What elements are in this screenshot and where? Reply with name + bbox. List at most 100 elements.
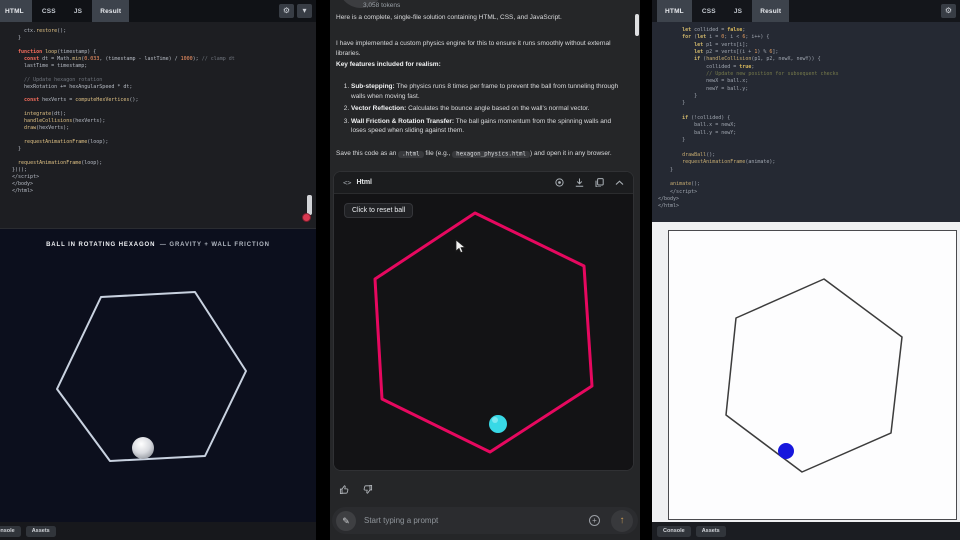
tab-css[interactable]: CSS xyxy=(34,0,64,22)
feature-list: Sub-stepping: The physics runs 8 times p… xyxy=(338,82,626,139)
right-panel-footer: Console Assets xyxy=(652,522,960,540)
left-editor-actions: ⚙ ▾ xyxy=(279,4,316,18)
scrollbar-thumb[interactable] xyxy=(635,14,639,36)
inline-code: .html xyxy=(398,151,423,158)
tab-js[interactable]: JS xyxy=(726,0,750,22)
code-line xyxy=(12,132,316,139)
code-line: } xyxy=(658,137,960,144)
tab-html[interactable]: HTML xyxy=(0,0,32,22)
assets-button[interactable]: Assets xyxy=(696,526,726,537)
chevron-down-icon[interactable]: ▾ xyxy=(297,4,312,18)
code-line: </script> xyxy=(658,189,960,196)
code-line: if (!collided) { xyxy=(658,115,960,122)
feedback-row xyxy=(339,484,373,495)
download-icon[interactable] xyxy=(575,178,584,187)
code-line: // Update new position for subsequent ch… xyxy=(658,71,960,78)
chat-paragraph: Here is a complete, single-file solution… xyxy=(336,13,628,23)
gear-icon[interactable]: ⚙ xyxy=(279,4,294,18)
right-editor-panel: HTMLCSSJSResult ⚙ let collided = false; … xyxy=(652,0,960,540)
code-line: ctx.restore(); xyxy=(12,28,316,35)
right-editor-actions: ⚙ xyxy=(941,4,960,18)
assets-button[interactable]: Assets xyxy=(26,526,56,537)
scrollbar-thumb[interactable] xyxy=(307,195,312,215)
code-line: } xyxy=(658,100,960,107)
right-preview-canvas xyxy=(652,222,960,522)
console-button[interactable]: Console xyxy=(0,526,21,537)
code-card-title: Html xyxy=(356,179,372,186)
code-line: newX = ball.x; xyxy=(658,78,960,85)
code-icon: <> xyxy=(343,179,351,187)
prompt-bar[interactable]: ✎ Start typing a prompt + ↑ xyxy=(332,507,638,534)
pen-icon: ✎ xyxy=(336,511,356,531)
code-line: let collided = false; xyxy=(658,27,960,34)
chat-paragraph: I have implemented a custom physics engi… xyxy=(336,39,628,58)
tab-js[interactable]: JS xyxy=(66,0,90,22)
token-count: 3,058 tokens xyxy=(363,2,400,9)
right-result-preview xyxy=(652,222,960,522)
code-line xyxy=(658,174,960,181)
code-line: lastTime = timestamp; xyxy=(12,63,316,70)
left-result-preview: BALL IN ROTATING HEXAGON — GRAVITY + WAL… xyxy=(0,228,316,522)
code-line: handleCollisions(hexVerts); xyxy=(12,118,316,125)
code-line: })(); xyxy=(12,167,316,174)
hexagon-shape xyxy=(375,213,592,452)
red-marker-dot xyxy=(302,213,311,222)
code-card-header: <> Html xyxy=(334,172,633,194)
feature-item: Sub-stepping: The physics runs 8 times p… xyxy=(351,82,626,101)
code-line xyxy=(658,145,960,152)
code-line: draw(hexVerts); xyxy=(12,125,316,132)
collapse-chevron-icon[interactable] xyxy=(615,180,624,186)
code-line: } xyxy=(12,146,316,153)
add-attachment-icon[interactable]: + xyxy=(589,515,600,526)
send-button[interactable]: ↑ xyxy=(611,510,633,532)
right-editor-tabbar: HTMLCSSJSResult ⚙ xyxy=(652,0,960,22)
code-line: requestAnimationFrame(animate); xyxy=(658,159,960,166)
code-line: requestAnimationFrame(loop); xyxy=(12,139,316,146)
code-line: // Update hexagon rotation xyxy=(12,77,316,84)
run-preview-icon[interactable] xyxy=(555,178,564,187)
code-card: <> Html xyxy=(333,171,634,471)
code-line: integrate(dt); xyxy=(12,111,316,118)
code-line: </body> xyxy=(658,196,960,203)
chat-heading: Key features included for realism: xyxy=(336,60,628,70)
console-button[interactable]: Console xyxy=(657,526,691,537)
left-editor-panel: HTMLCSSJSResult ⚙ ▾ ctx.restore(); } fun… xyxy=(0,0,316,540)
html-preview: Click to reset ball xyxy=(334,194,633,471)
left-code-editor[interactable]: ctx.restore(); } function loop(timestamp… xyxy=(0,22,316,228)
prompt-input[interactable]: Start typing a prompt xyxy=(364,507,438,534)
code-line: ball.x = newX; xyxy=(658,122,960,129)
code-line: } xyxy=(12,35,316,42)
hexagon-shape xyxy=(57,292,246,461)
tab-css[interactable]: CSS xyxy=(694,0,724,22)
reset-ball-button[interactable]: Click to reset ball xyxy=(344,203,413,218)
ball-shape xyxy=(489,415,507,433)
tab-result[interactable]: Result xyxy=(92,0,129,22)
left-preview-canvas xyxy=(0,229,316,523)
code-line: newY = ball.y; xyxy=(658,86,960,93)
right-editor-tabs: HTMLCSSJSResult xyxy=(657,0,789,22)
thumbs-down-icon[interactable] xyxy=(362,484,373,495)
code-line xyxy=(12,90,316,97)
code-line: } xyxy=(658,93,960,100)
code-line: </body> xyxy=(12,181,316,188)
right-footer-buttons: Console Assets xyxy=(657,526,726,537)
code-line: drawBall(); xyxy=(658,152,960,159)
gear-icon[interactable]: ⚙ xyxy=(941,4,956,18)
hexagon-shape xyxy=(726,279,902,472)
thumbs-up-icon[interactable] xyxy=(339,484,350,495)
ball-shape xyxy=(778,443,794,459)
inline-code: hexagon_physics.html xyxy=(452,151,530,158)
right-code-editor[interactable]: let collided = false; for (let i = 0; i … xyxy=(652,22,960,222)
copy-icon[interactable] xyxy=(595,178,604,187)
chat-panel: 3,058 tokens Here is a complete, single-… xyxy=(330,0,640,540)
tab-result[interactable]: Result xyxy=(752,0,789,22)
tab-html[interactable]: HTML xyxy=(657,0,692,22)
left-editor-tabbar: HTMLCSSJSResult ⚙ ▾ xyxy=(0,0,316,22)
left-panel-footer: Console Assets xyxy=(0,522,316,540)
code-line xyxy=(658,108,960,115)
feature-item: Vector Reflection: Calculates the bounce… xyxy=(351,104,626,114)
code-line xyxy=(12,42,316,49)
code-line: let p2 = verts[(i + 1) % 6]; xyxy=(658,49,960,56)
mouse-cursor xyxy=(455,239,467,254)
code-line: let p1 = verts[i]; xyxy=(658,42,960,49)
